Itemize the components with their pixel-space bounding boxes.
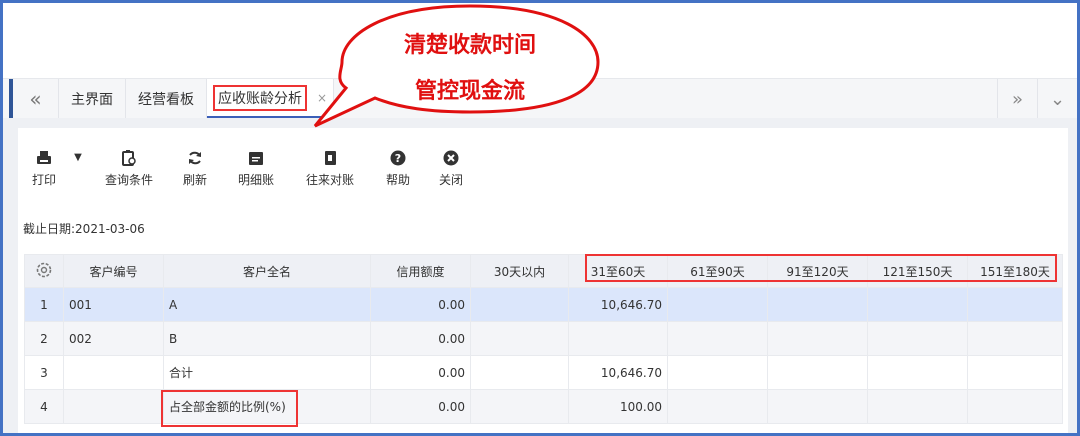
close-tab-icon[interactable]: × (317, 91, 327, 105)
refresh-icon (187, 148, 203, 168)
table-cell (470, 321, 569, 356)
tab-label: 经营看板 (138, 91, 194, 108)
table-cell: 002 (63, 321, 164, 356)
table-cell: B (163, 321, 371, 356)
table-cell (63, 355, 164, 390)
table-cell (767, 321, 868, 356)
reconcile-icon (322, 148, 338, 168)
table-cell (767, 287, 868, 322)
table-cell: 0.00 (370, 389, 471, 424)
table-cell: 0.00 (370, 355, 471, 390)
button-label: 明细账 (237, 173, 274, 187)
caret-down-icon: ▼ (74, 152, 82, 163)
svg-text:?: ? (395, 152, 401, 165)
button-label: 刷新 (182, 173, 207, 187)
column-header[interactable]: 61至90天 (667, 254, 768, 288)
button-label: 关闭 (438, 173, 463, 187)
ledger-icon (248, 148, 264, 168)
table-cell: 合计 (163, 355, 371, 390)
button-label: 打印 (31, 173, 56, 187)
tab-label: 应收账龄分析 (213, 84, 307, 111)
table-cell: A (163, 287, 371, 322)
table-cell (667, 287, 768, 322)
reconcile-button[interactable]: 往来对账 (282, 148, 378, 188)
table-cell: 占全部金额的比例(%) (163, 389, 371, 424)
button-label: 查询条件 (104, 173, 153, 187)
tab-home[interactable]: 主界面 (59, 79, 126, 118)
cutoff-date: 截止日期:2021-03-06 (23, 222, 145, 236)
table-cell (568, 321, 668, 356)
column-settings-button[interactable] (24, 254, 64, 288)
table-cell (867, 321, 968, 356)
column-header[interactable]: 信用额度 (370, 254, 471, 288)
query-conditions-button[interactable]: 查询条件 (98, 148, 160, 188)
aging-table: 客户编号 客户全名 信用额度 30天以内 31至60天 61至90天 91至12… (24, 254, 1063, 424)
table-cell (967, 355, 1063, 390)
query-icon (121, 148, 137, 168)
table-cell: 4 (24, 389, 64, 424)
table-cell: 2 (24, 321, 64, 356)
tab-scroll-left-button[interactable]: « (13, 79, 59, 118)
table-cell (667, 389, 768, 424)
table-cell: 1 (24, 287, 64, 322)
callout-line1: 清楚收款时间 (403, 33, 536, 58)
column-header[interactable]: 30天以内 (470, 254, 569, 288)
help-button[interactable]: ? 帮助 (378, 148, 418, 188)
table-cell (667, 321, 768, 356)
table-cell (867, 287, 968, 322)
column-header[interactable]: 客户全名 (163, 254, 371, 288)
column-header[interactable]: 151至180天 (967, 254, 1063, 288)
table-header: 客户编号 客户全名 信用额度 30天以内 31至60天 61至90天 91至12… (24, 254, 1063, 288)
button-label: 往来对账 (305, 173, 354, 187)
gear-icon (36, 262, 52, 277)
table-cell (967, 321, 1063, 356)
printer-icon (36, 148, 52, 168)
close-button[interactable]: 关闭 (418, 148, 484, 188)
table-cell: 10,646.70 (568, 355, 668, 390)
table-cell (767, 355, 868, 390)
column-header[interactable]: 91至120天 (767, 254, 868, 288)
table-cell (63, 389, 164, 424)
column-header[interactable]: 客户编号 (63, 254, 164, 288)
table-cell (470, 287, 569, 322)
column-header[interactable]: 31至60天 (568, 254, 668, 288)
detail-ledger-button[interactable]: 明细账 (230, 148, 282, 188)
column-header[interactable]: 121至150天 (867, 254, 968, 288)
table-cell (667, 355, 768, 390)
tab-label: 主界面 (71, 91, 113, 108)
table-row[interactable]: 3 合计 0.00 10,646.70 (24, 355, 1063, 390)
print-button[interactable]: 打印 (30, 148, 58, 188)
callout-line2: 管控现金流 (414, 79, 525, 104)
table-cell (470, 355, 569, 390)
help-icon: ? (390, 148, 406, 168)
tab-dashboard[interactable]: 经营看板 (126, 79, 207, 118)
table-cell: 100.00 (568, 389, 668, 424)
refresh-button[interactable]: 刷新 (160, 148, 230, 188)
table-cell (867, 355, 968, 390)
table-cell: 001 (63, 287, 164, 322)
table-cell: 0.00 (370, 321, 471, 356)
table-cell: 10,646.70 (568, 287, 668, 322)
table-cell (967, 287, 1063, 322)
button-label: 帮助 (385, 173, 410, 187)
tab-ar-aging[interactable]: 应收账龄分析 × (207, 79, 335, 118)
table-row[interactable]: 4 占全部金额的比例(%) 0.00 100.00 (24, 389, 1063, 424)
table-cell (470, 389, 569, 424)
table-row[interactable]: 1 001 A 0.00 10,646.70 (24, 287, 1063, 322)
close-icon (443, 148, 459, 168)
report-panel: 打印 ▼ 查询条件 刷新 明细账 往来对账 ? 帮助 关闭 截止日期:2021-0… (18, 128, 1068, 433)
table-cell (767, 389, 868, 424)
chevron-down-icon[interactable]: ⌄ (1037, 79, 1077, 119)
table-cell: 0.00 (370, 287, 471, 322)
print-dropdown-button[interactable]: ▼ (58, 148, 98, 188)
tab-scroll-right-button[interactable]: » (997, 79, 1037, 119)
table-cell (867, 389, 968, 424)
table-cell: 3 (24, 355, 64, 390)
toolbar: 打印 ▼ 查询条件 刷新 明细账 往来对账 ? 帮助 关闭 (30, 148, 484, 188)
table-row[interactable]: 2 002 B 0.00 (24, 321, 1063, 356)
content-area: 打印 ▼ 查询条件 刷新 明细账 往来对账 ? 帮助 关闭 截止日期:2021-0… (3, 118, 1077, 433)
table-cell (967, 389, 1063, 424)
